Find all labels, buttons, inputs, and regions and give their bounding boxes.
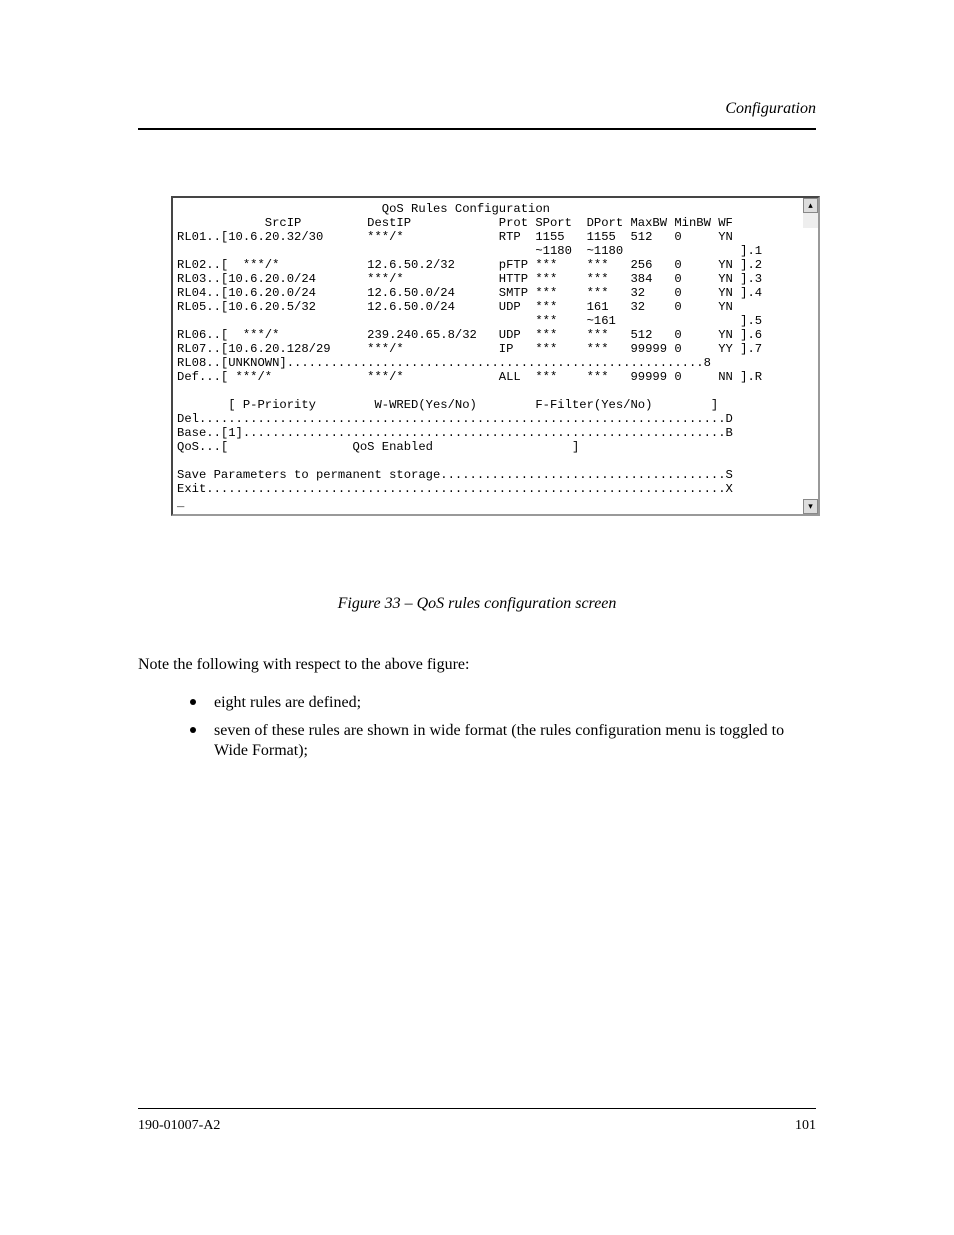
scroll-up-button[interactable]: ▴ [803,198,818,213]
footer-left: 190-01007-A2 [138,1118,220,1134]
terminal-content: QoS Rules Configuration SrcIP DestIP Pro… [173,198,818,514]
footer-rule [138,1108,816,1109]
footer-right: 101 [795,1118,816,1134]
scrollbar[interactable]: ▴ ▾ [802,198,818,514]
list-item-text: seven of these rules are shown in wide f… [214,721,816,761]
scroll-track[interactable] [803,213,818,228]
list-item: eight rules are defined; [190,693,816,713]
figure-caption: Figure 33 – QoS rules configuration scre… [0,595,954,613]
bullet-icon [190,727,196,733]
bullet-icon [190,699,196,705]
terminal-frame: QoS Rules Configuration SrcIP DestIP Pro… [171,196,820,516]
body-paragraph: Note the following with respect to the a… [138,655,816,675]
list-item-text: eight rules are defined; [214,693,816,713]
list-item: seven of these rules are shown in wide f… [190,721,816,761]
header-rule [138,128,816,130]
page-header-right: Configuration [725,100,816,118]
scroll-down-button[interactable]: ▾ [803,499,818,514]
